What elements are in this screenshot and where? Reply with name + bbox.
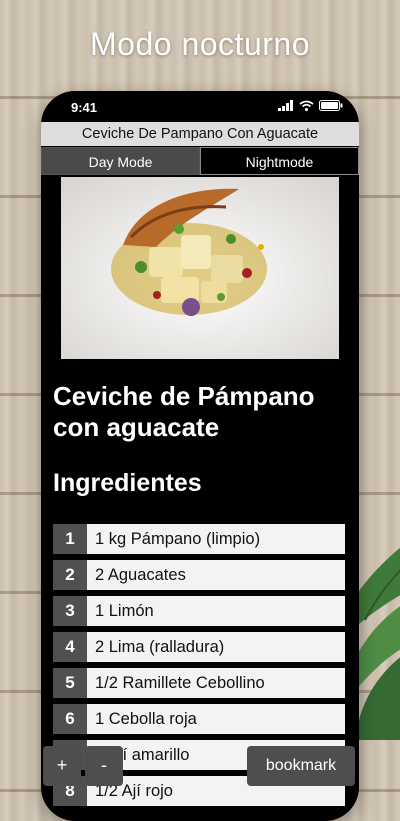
- wifi-icon: [299, 100, 314, 111]
- ingredient-text: 1/2 Ramillete Cebollino: [87, 668, 345, 698]
- ingredient-text: 2 Lima (ralladura): [87, 632, 345, 662]
- ingredient-row: 3 1 Limón: [53, 596, 345, 626]
- ingredient-number: 5: [53, 668, 87, 698]
- ingredient-row: 2 2 Aguacates: [53, 560, 345, 590]
- system-icons: [278, 100, 343, 111]
- ingredient-number: 4: [53, 632, 87, 662]
- recipe-title: Ceviche de Pámpano con aguacate: [53, 381, 315, 442]
- ingredient-text: 1 Limón: [87, 596, 345, 626]
- battery-icon: [319, 100, 343, 111]
- status-bar: 9:41: [41, 91, 359, 121]
- ingredient-number: 6: [53, 704, 87, 734]
- mode-toggle: Day Mode Nightmode: [41, 147, 359, 175]
- app-title-bar: Ceviche De Pampano Con Aguacate: [41, 122, 359, 146]
- ingredient-number: 2: [53, 560, 87, 590]
- phone-notch: [113, 91, 287, 117]
- status-time: 9:41: [71, 100, 98, 115]
- headline: Modo nocturno: [90, 26, 310, 62]
- ingredient-text: 1 Cebolla roja: [87, 704, 345, 734]
- nightmode-button[interactable]: Nightmode: [200, 147, 359, 175]
- ingredient-number: 1: [53, 524, 87, 554]
- ceviche-plate-image: [61, 177, 339, 359]
- signal-icon: [278, 100, 293, 111]
- zoom-in-button[interactable]: +: [43, 746, 81, 786]
- ingredient-text: 1 kg Pámpano (limpio): [87, 524, 345, 554]
- day-mode-button[interactable]: Day Mode: [41, 147, 200, 175]
- ingredient-text: 2 Aguacates: [87, 560, 345, 590]
- phone-screen: 9:41 Ceviche De Pampano Con Aguacate Day…: [41, 91, 359, 821]
- ingredient-row: 4 2 Lima (ralladura): [53, 632, 345, 662]
- bookmark-button[interactable]: bookmark: [247, 746, 355, 786]
- ingredient-number: 3: [53, 596, 87, 626]
- ingredients-heading: Ingredientes: [53, 469, 202, 497]
- recipe-photo: [61, 177, 339, 359]
- ingredient-row: 5 1/2 Ramillete Cebollino: [53, 668, 345, 698]
- ingredient-row: 6 1 Cebolla roja: [53, 704, 345, 734]
- zoom-out-button[interactable]: -: [85, 746, 123, 786]
- ingredient-row: 1 1 kg Pámpano (limpio): [53, 524, 345, 554]
